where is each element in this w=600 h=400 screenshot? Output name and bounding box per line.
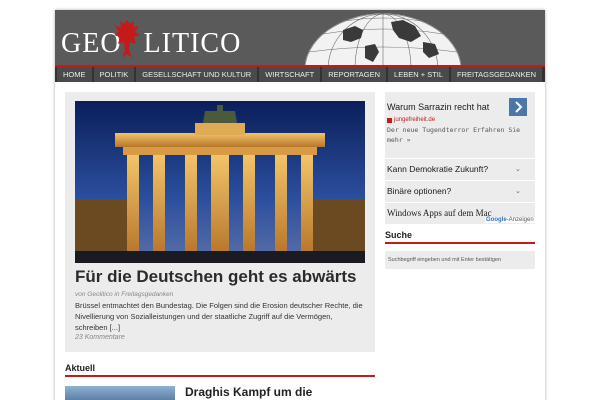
ads-label-suffix: -Anzeigen [506,217,534,223]
featured-title[interactable]: Für die Deutschen geht es abwärts [75,267,370,287]
search-accent-line [385,242,535,244]
source-favicon-icon [387,117,392,123]
nav-item-politik[interactable]: Politik [93,67,135,82]
site-logo[interactable]: GEO LITICO [61,28,241,60]
site-header: GEO LITICO [55,10,545,65]
ad-link-row[interactable]: Kann Demokratie Zukunft? ⌄ [385,158,535,180]
logo-text-right: LITICO [143,28,242,59]
brandenburg-gate-image [75,101,365,263]
nav-item-home[interactable]: Home [57,67,92,82]
featured-comments-link[interactable]: 23 Kommentare [75,334,125,341]
chevron-down-icon: ⌄ [515,166,521,173]
ad-arrow-button[interactable] [509,98,527,116]
eagle-icon [114,20,140,58]
ad-link-label: Windows Apps auf dem Mac [387,208,492,218]
ad-link-label: Binäre optionen? [387,186,452,196]
globe-icon [304,13,462,65]
ad-link-label: Kann Demokratie Zukunft? [387,164,489,174]
section-heading-aktuell: Aktuell [65,363,96,373]
featured-post: Für die Deutschen geht es abwärts von Ge… [65,92,375,352]
ad-source[interactable]: jungefreiheit.de [387,117,435,123]
ad-title[interactable]: Warum Sarrazin recht hat [387,102,489,112]
search-heading: Suche [385,230,413,240]
chevron-right-icon [515,101,523,113]
ad-text[interactable]: Der neue Tugendterror Erfahren Sie mehr … [387,126,527,145]
section-accent-line [65,375,375,377]
google-logo: Google [486,217,507,223]
nav-item-gesellschaft[interactable]: Gesellschaft und Kultur [136,67,258,82]
main-nav: Home Politik Gesellschaft und Kultur Wir… [55,67,545,82]
page-wrapper: GEO LITICO Home P [55,10,545,400]
nav-item-leben-stil[interactable]: Leben + Stil [388,67,450,82]
ad-source-label: jungefreiheit.de [394,117,436,123]
ad-link-row[interactable]: Binäre optionen? ⌄ [385,180,535,202]
google-ads-label[interactable]: Google-Anzeigen [485,217,535,223]
nav-item-wirtschaft[interactable]: Wirtschaft [259,67,321,82]
post-title[interactable]: Draghis Kampf um die [185,385,312,399]
nav-item-reportagen[interactable]: Reportagen [322,67,387,82]
ad-block: Warum Sarrazin recht hat jungefreiheit.d… [385,92,535,224]
nav-item-freitagsgedanken[interactable]: Freitagsgedanken [451,67,543,82]
featured-excerpt: Brüssel entmachtet den Bundestag. Die Fo… [75,301,363,332]
featured-meta: von Geolitico in Freitagsgedanken [75,291,174,298]
chevron-down-icon: ⌄ [515,188,521,195]
post-thumbnail[interactable] [65,386,175,400]
search-input[interactable] [385,251,535,269]
featured-image[interactable] [75,101,365,263]
